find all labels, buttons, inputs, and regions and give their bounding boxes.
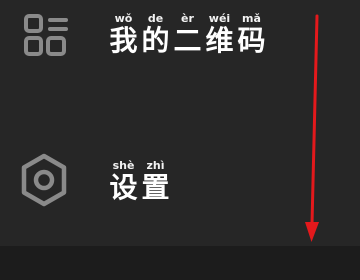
menu-item-label: wǒ 我 de 的 èr 二 wéi 维 mǎ 码 [108,13,268,57]
menu-item-settings[interactable]: shè 设 zhì 置 [0,148,360,218]
label-char: wǒ 我 [108,13,139,57]
label-char: wéi 维 [204,13,235,57]
hanzi: 我 [109,24,138,57]
menu-item-my-qr-code[interactable]: wǒ 我 de 的 èr 二 wéi 维 mǎ 码 [0,0,360,75]
label-char: de 的 [140,13,171,57]
hanzi: 置 [141,171,170,204]
hanzi: 设 [109,171,138,204]
bottom-edge [0,246,360,280]
label-char: mǎ 码 [236,13,267,57]
label-char: èr 二 [172,13,203,57]
label-char: shè 设 [108,160,139,204]
hanzi: 的 [141,24,170,57]
hanzi: 码 [237,24,266,57]
menu-item-label: shè 设 zhì 置 [108,160,172,204]
hanzi: 维 [205,24,234,57]
settings-hexagon-icon [21,153,67,207]
hanzi: 二 [173,24,202,57]
qr-code-icon [24,14,68,56]
label-char: zhì 置 [140,160,171,204]
